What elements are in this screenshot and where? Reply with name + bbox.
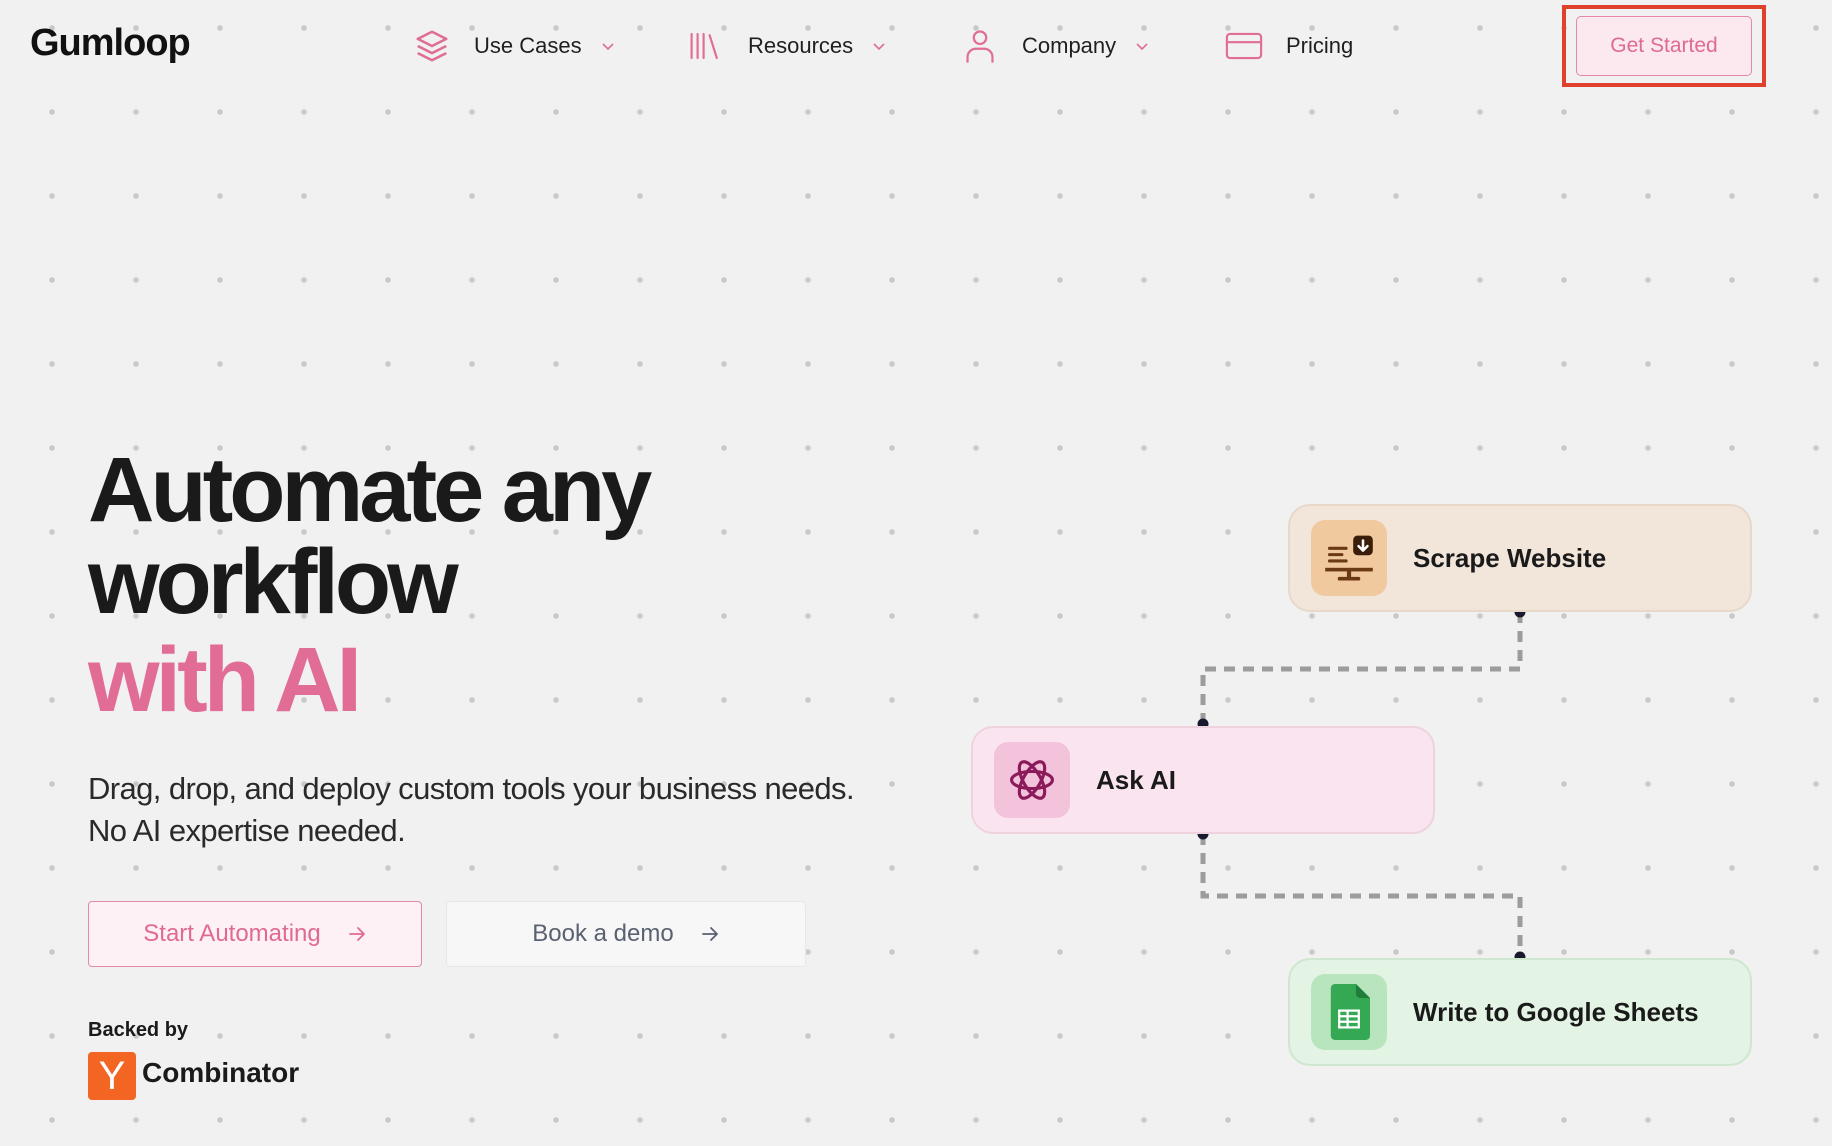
flow-node-scrape-website[interactable]: Scrape Website <box>1288 504 1752 612</box>
flow-node-ask-ai[interactable]: Ask AI <box>971 726 1435 834</box>
openai-icon <box>994 742 1070 818</box>
flow-node-label: Ask AI <box>1096 764 1176 795</box>
google-sheets-icon <box>1311 974 1387 1050</box>
connector-scrape-to-ai <box>1200 612 1523 724</box>
flow-node-write-google-sheets[interactable]: Write to Google Sheets <box>1288 958 1752 1066</box>
flow-node-label: Scrape Website <box>1413 542 1607 573</box>
scrape-website-icon <box>1311 520 1387 596</box>
flow-node-label: Write to Google Sheets <box>1413 996 1699 1027</box>
connector-ai-to-sheets <box>1200 834 1523 957</box>
